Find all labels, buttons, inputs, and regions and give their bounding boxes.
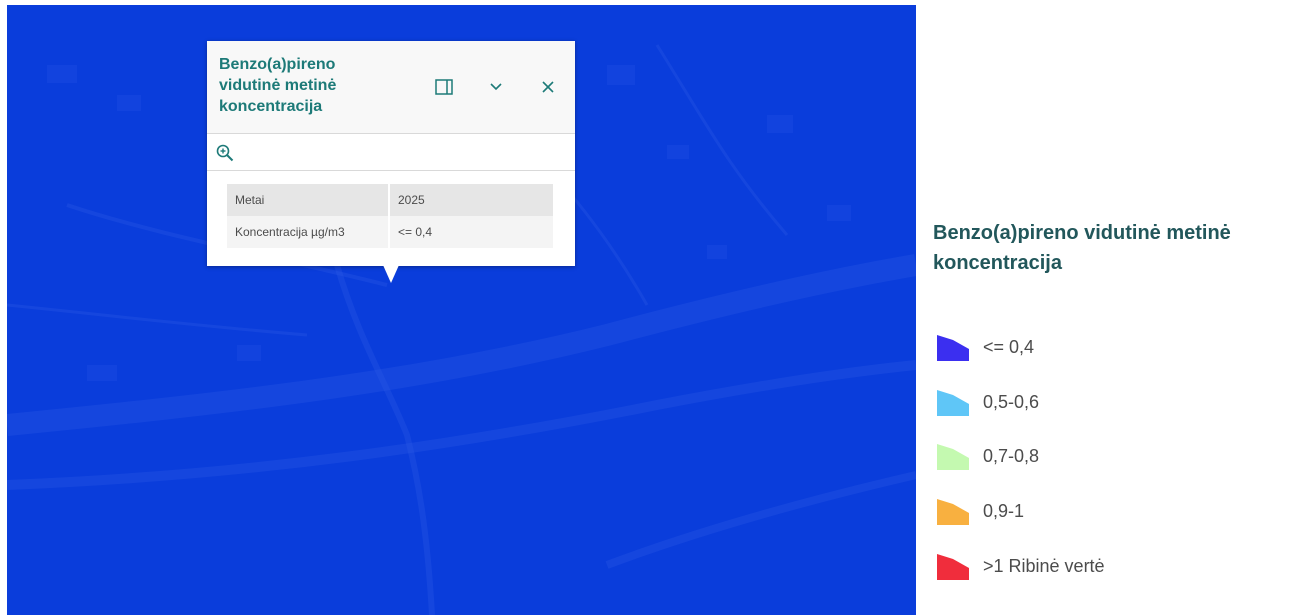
popup-toolbar <box>207 134 575 171</box>
close-icon <box>542 81 554 93</box>
legend-item: 0,5-0,6 <box>937 389 1267 419</box>
zoom-in-icon <box>216 144 234 162</box>
legend-title-line: koncentracija <box>933 252 1062 274</box>
legend-label: <= 0,4 <box>983 337 1035 357</box>
legend-title: Benzo(a)pireno vidutinė metinė koncentra… <box>933 218 1293 278</box>
attribute-table: Metai 2025 Koncentracija µg/m3 <= 0,4 <box>227 184 553 248</box>
dock-icon <box>435 79 453 95</box>
popup-title-line: vidutinė metinė <box>219 77 337 94</box>
field-name: Koncentracija µg/m3 <box>227 216 390 248</box>
legend-label: 0,5-0,6 <box>983 392 1040 412</box>
field-value: <= 0,4 <box>389 216 553 248</box>
legend-label: >1 Ribinė vertė <box>983 556 1105 576</box>
zoom-to-button[interactable] <box>216 144 234 162</box>
legend-label: 0,9-1 <box>983 501 1025 521</box>
popup-pointer <box>383 265 399 283</box>
legend-swatch <box>937 444 969 470</box>
legend-item: 0,9-1 <box>937 498 1267 528</box>
legend-item: 0,7-0,8 <box>937 443 1267 473</box>
legend-item: <= 0,4 <box>937 334 1267 364</box>
popup-title: Benzo(a)pireno vidutinė metinė koncentra… <box>219 54 419 117</box>
field-name: Metai <box>227 184 390 216</box>
legend-swatch <box>937 335 969 361</box>
legend-item: >1 Ribinė vertė <box>937 553 1267 583</box>
collapse-button[interactable] <box>484 75 508 99</box>
field-value: 2025 <box>389 184 553 216</box>
chevron-down-icon <box>490 83 502 91</box>
popup-header: Benzo(a)pireno vidutinė metinė koncentra… <box>207 41 575 134</box>
legend-label: 0,7-0,8 <box>983 446 1040 466</box>
popup-title-line: koncentracija <box>219 98 323 115</box>
dock-button[interactable] <box>432 75 456 99</box>
close-button[interactable] <box>536 75 560 99</box>
legend-swatch <box>937 390 969 416</box>
legend-title-line: Benzo(a)pireno vidutinė metinė <box>933 222 1231 244</box>
legend-swatch <box>937 499 969 525</box>
popup-title-line: Benzo(a)pireno <box>219 56 336 73</box>
table-row: Metai 2025 <box>227 184 553 216</box>
table-row: Koncentracija µg/m3 <= 0,4 <box>227 216 553 248</box>
legend-swatch <box>937 554 969 580</box>
feature-popup: Benzo(a)pireno vidutinė metinė koncentra… <box>207 41 575 266</box>
